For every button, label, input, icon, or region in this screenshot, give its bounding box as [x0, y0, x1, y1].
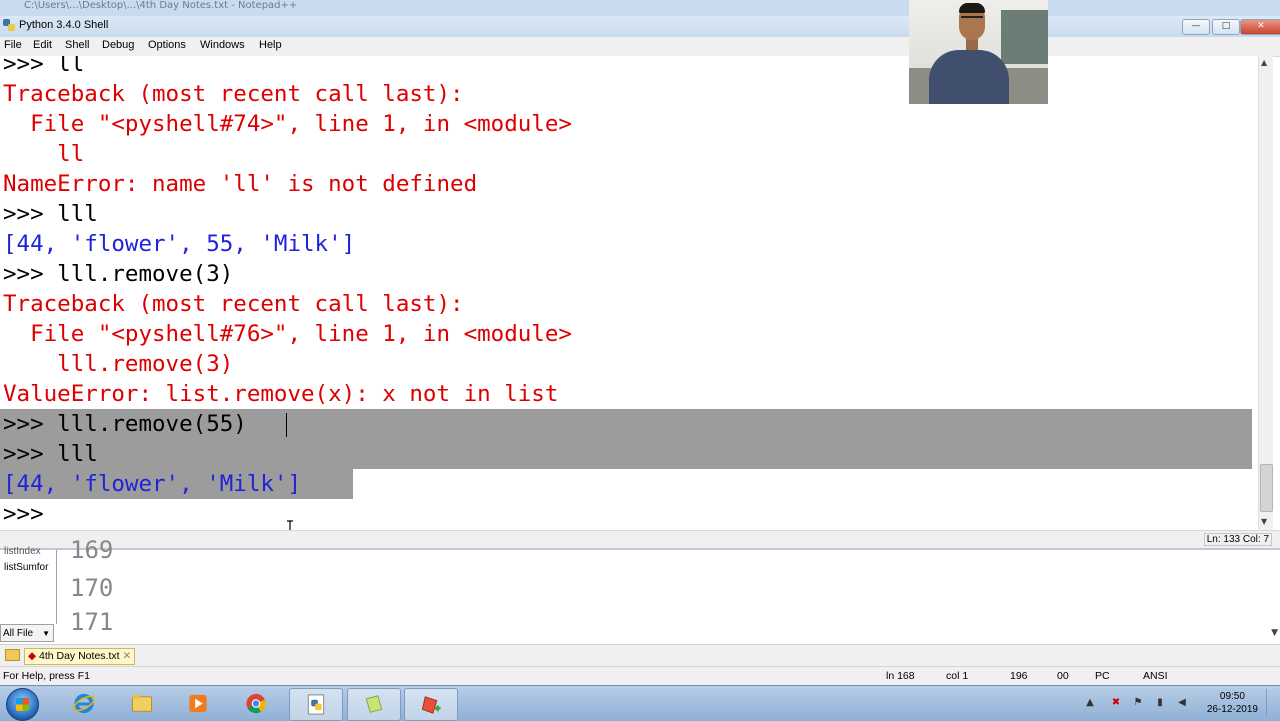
scroll-up-icon[interactable]: ▲: [1261, 58, 1267, 67]
windows-logo-icon: [16, 698, 29, 711]
shell-line: NameError: name 'll' is not defined: [3, 171, 478, 197]
shell-line: File "<pyshell#76>", line 1, in <module>: [3, 321, 572, 347]
chevron-down-icon: ▼: [42, 629, 50, 638]
menu-options[interactable]: Options: [148, 39, 186, 51]
line-number: 171: [70, 608, 114, 636]
action-center-icon[interactable]: ⚑: [1132, 697, 1144, 709]
webcam-overlay: [909, 0, 1048, 104]
background-window-titlebar: C:\Users\...\Desktop\...\4th Day Notes.t…: [0, 0, 1280, 16]
status-line: ln 168: [886, 670, 915, 682]
volume-icon[interactable]: ◀: [1176, 697, 1188, 709]
status-eol: PC: [1095, 670, 1110, 682]
file-filter-label: All File: [3, 628, 34, 639]
editor-tabstrip: ◆ 4th Day Notes.txt ✕: [0, 644, 1280, 667]
shell-line: >>> ll: [3, 56, 85, 77]
save-status-icon: ◆: [28, 650, 37, 662]
close-button[interactable]: ✕: [1240, 19, 1280, 35]
scroll-down-icon[interactable]: ▼: [1271, 628, 1278, 638]
taskbar-internet-explorer[interactable]: [58, 688, 110, 719]
editor-statusbar: For Help, press F1 ln 168 col 1 196 00 P…: [0, 666, 1280, 686]
folder-icon: [131, 694, 153, 712]
start-button[interactable]: [6, 688, 39, 721]
python-icon: [3, 19, 15, 31]
network-warning-icon[interactable]: ✖: [1110, 697, 1122, 709]
cursor-position: Ln: 133 Col: 7: [1203, 533, 1272, 546]
maximize-button[interactable]: □: [1212, 19, 1240, 35]
taskbar-notepad-plus-plus[interactable]: [404, 688, 458, 721]
internet-explorer-icon: [73, 693, 95, 714]
text-cursor-icon: [287, 520, 293, 530]
notepad-plus-plus-icon: [421, 696, 441, 714]
menu-help[interactable]: Help: [259, 39, 282, 51]
folder-icon[interactable]: [5, 649, 20, 661]
shell-prompt[interactable]: >>>: [3, 499, 57, 529]
menu-debug[interactable]: Debug: [102, 39, 134, 51]
line-number: 170: [70, 574, 114, 602]
presenter-glasses: [961, 16, 983, 23]
shell-line: [44, 'flower', 'Milk']: [3, 471, 302, 497]
status-char-count: 196: [1010, 670, 1028, 682]
presenter-body: [929, 50, 1009, 104]
python-file-icon: [307, 694, 325, 715]
taskbar: ▲ ✖ ⚑ ▮ ◀ 09:50 26-12-2019: [0, 685, 1280, 721]
window-title: Python 3.4.0 Shell: [19, 19, 109, 31]
text-caret: [286, 413, 287, 437]
document-list[interactable]: listIndex listSumfor: [0, 546, 57, 624]
taskbar-python-idle[interactable]: [289, 688, 343, 721]
shell-line: File "<pyshell#74>", line 1, in <module>: [3, 111, 572, 137]
help-text: For Help, press F1: [3, 670, 90, 682]
background-board: [1001, 10, 1048, 64]
clock-time: 09:50: [1219, 691, 1245, 702]
shell-line: Traceback (most recent call last):: [3, 81, 464, 107]
tab-label: 4th Day Notes.txt: [39, 650, 120, 662]
system-tray: ▲ ✖ ⚑ ▮ ◀ 09:50 26-12-2019: [1070, 686, 1280, 721]
shell-line: >>> lll.remove(55): [3, 411, 247, 437]
taskbar-notepad[interactable]: [347, 688, 401, 721]
shell-line: >>> lll.remove(3): [3, 261, 234, 287]
menu-file[interactable]: File: [4, 39, 22, 51]
menubar: File Edit Shell Debug Options Windows He…: [0, 37, 1280, 57]
status-encoding: ANSI: [1143, 670, 1168, 682]
line-number: 169: [70, 536, 114, 564]
close-tab-icon[interactable]: ✕: [122, 650, 131, 662]
scroll-down-icon[interactable]: ▼: [1261, 517, 1267, 526]
file-filter-select[interactable]: All File ▼: [0, 624, 54, 642]
editor-window[interactable]: listIndex listSumfor All File ▼ 169 170 …: [0, 536, 1280, 646]
media-player-icon: [189, 694, 207, 713]
shell-line: ValueError: list.remove(x): x not in lis…: [3, 381, 559, 407]
chrome-icon: [246, 693, 266, 714]
shell-line: >>> lll: [3, 201, 98, 227]
shell-statusbar: Ln: 133 Col: 7: [0, 530, 1280, 549]
shell-line: ll: [3, 141, 85, 167]
shell-line: >>> lll: [3, 441, 98, 467]
show-desktop-button[interactable]: [1266, 689, 1277, 717]
scrollbar-thumb[interactable]: [1260, 464, 1273, 512]
menu-edit[interactable]: Edit: [33, 39, 52, 51]
menu-shell[interactable]: Shell: [65, 39, 89, 51]
battery-icon[interactable]: ▮: [1154, 697, 1166, 709]
status-overwrite: 00: [1057, 670, 1069, 682]
background-window-title: C:\Users\...\Desktop\...\4th Day Notes.t…: [24, 0, 298, 11]
taskbar-media-player[interactable]: [172, 688, 224, 719]
window-titlebar[interactable]: Python 3.4.0 Shell — □ ✕: [0, 16, 1280, 38]
menu-windows[interactable]: Windows: [200, 39, 245, 51]
notepad-icon: [365, 695, 383, 713]
show-hidden-icons-icon[interactable]: ▲: [1084, 697, 1096, 709]
shell-line: Traceback (most recent call last):: [3, 291, 464, 317]
presenter-hair: [959, 3, 985, 13]
tab-4th-day-notes[interactable]: ◆ 4th Day Notes.txt ✕: [24, 648, 136, 665]
clock[interactable]: 09:50 26-12-2019: [1207, 690, 1258, 716]
taskbar-chrome[interactable]: [230, 688, 282, 719]
document-list-item-partial[interactable]: listIndex: [4, 546, 41, 557]
taskbar-file-explorer[interactable]: [116, 688, 168, 719]
clock-date: 26-12-2019: [1206, 704, 1258, 715]
minimize-button[interactable]: —: [1182, 19, 1210, 35]
shell-line: [44, 'flower', 55, 'Milk']: [3, 231, 356, 257]
status-column: col 1: [946, 670, 969, 682]
shell-line: lll.remove(3): [3, 351, 234, 377]
document-list-item[interactable]: listSumfor: [4, 562, 48, 573]
vertical-scrollbar[interactable]: ▲ ▼: [1258, 56, 1273, 530]
shell-text-area[interactable]: >>> ll Traceback (most recent call last)…: [0, 56, 1258, 530]
